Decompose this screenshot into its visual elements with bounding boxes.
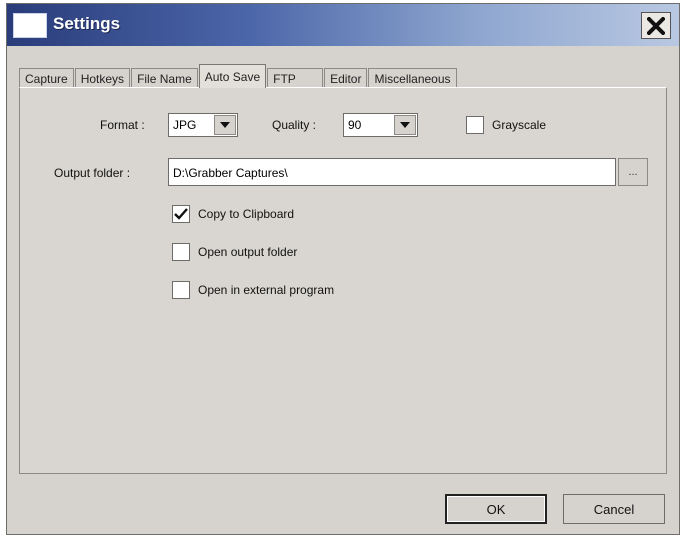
title-bar[interactable]: Settings [7, 4, 679, 46]
format-label: Format : [100, 118, 145, 132]
quality-label: Quality : [272, 118, 317, 132]
chevron-down-icon [220, 122, 230, 128]
chevron-down-icon [400, 122, 410, 128]
grayscale-checkbox[interactable] [466, 116, 484, 134]
auto-save-panel: Format : JPG Quality : 90 Grayscale Outp… [19, 87, 667, 474]
tab-strip: Capture Hotkeys File Name Auto Save FTP … [19, 64, 458, 88]
format-value: JPG [173, 118, 197, 132]
output-folder-label: Output folder : [54, 166, 131, 180]
close-button[interactable] [641, 12, 671, 39]
tab-ftp[interactable]: FTP [267, 68, 324, 88]
browse-button[interactable]: ... [618, 158, 648, 186]
tab-file-name[interactable]: File Name [131, 68, 198, 88]
quality-dropdown-button[interactable] [394, 115, 416, 135]
format-select[interactable]: JPG [168, 113, 238, 137]
format-dropdown-button[interactable] [214, 115, 236, 135]
tab-hotkeys[interactable]: Hotkeys [74, 68, 131, 88]
checkmark-icon [174, 208, 188, 220]
tab-editor[interactable]: Editor [324, 68, 368, 88]
app-icon [13, 13, 47, 38]
grayscale-label: Grayscale [492, 118, 547, 132]
output-folder-value: D:\Grabber Captures\ [173, 166, 288, 180]
open-output-folder-checkbox[interactable] [172, 243, 190, 261]
close-icon [647, 16, 665, 35]
output-folder-input[interactable]: D:\Grabber Captures\ [168, 158, 616, 186]
quality-value: 90 [348, 118, 362, 132]
open-output-folder-label: Open output folder [198, 245, 298, 259]
tab-capture[interactable]: Capture [19, 68, 74, 88]
open-external-label: Open in external program [198, 283, 335, 297]
quality-select[interactable]: 90 [343, 113, 418, 137]
ok-button[interactable]: OK [445, 494, 547, 524]
settings-window: Settings Capture Hotkeys File Name Auto … [6, 3, 680, 535]
window-title: Settings [53, 14, 121, 33]
copy-clipboard-label: Copy to Clipboard [198, 207, 295, 221]
copy-clipboard-checkbox[interactable] [172, 205, 190, 223]
tab-miscellaneous[interactable]: Miscellaneous [368, 68, 457, 88]
cancel-button[interactable]: Cancel [563, 494, 665, 524]
tab-auto-save[interactable]: Auto Save [198, 64, 267, 88]
open-external-checkbox[interactable] [172, 281, 190, 299]
